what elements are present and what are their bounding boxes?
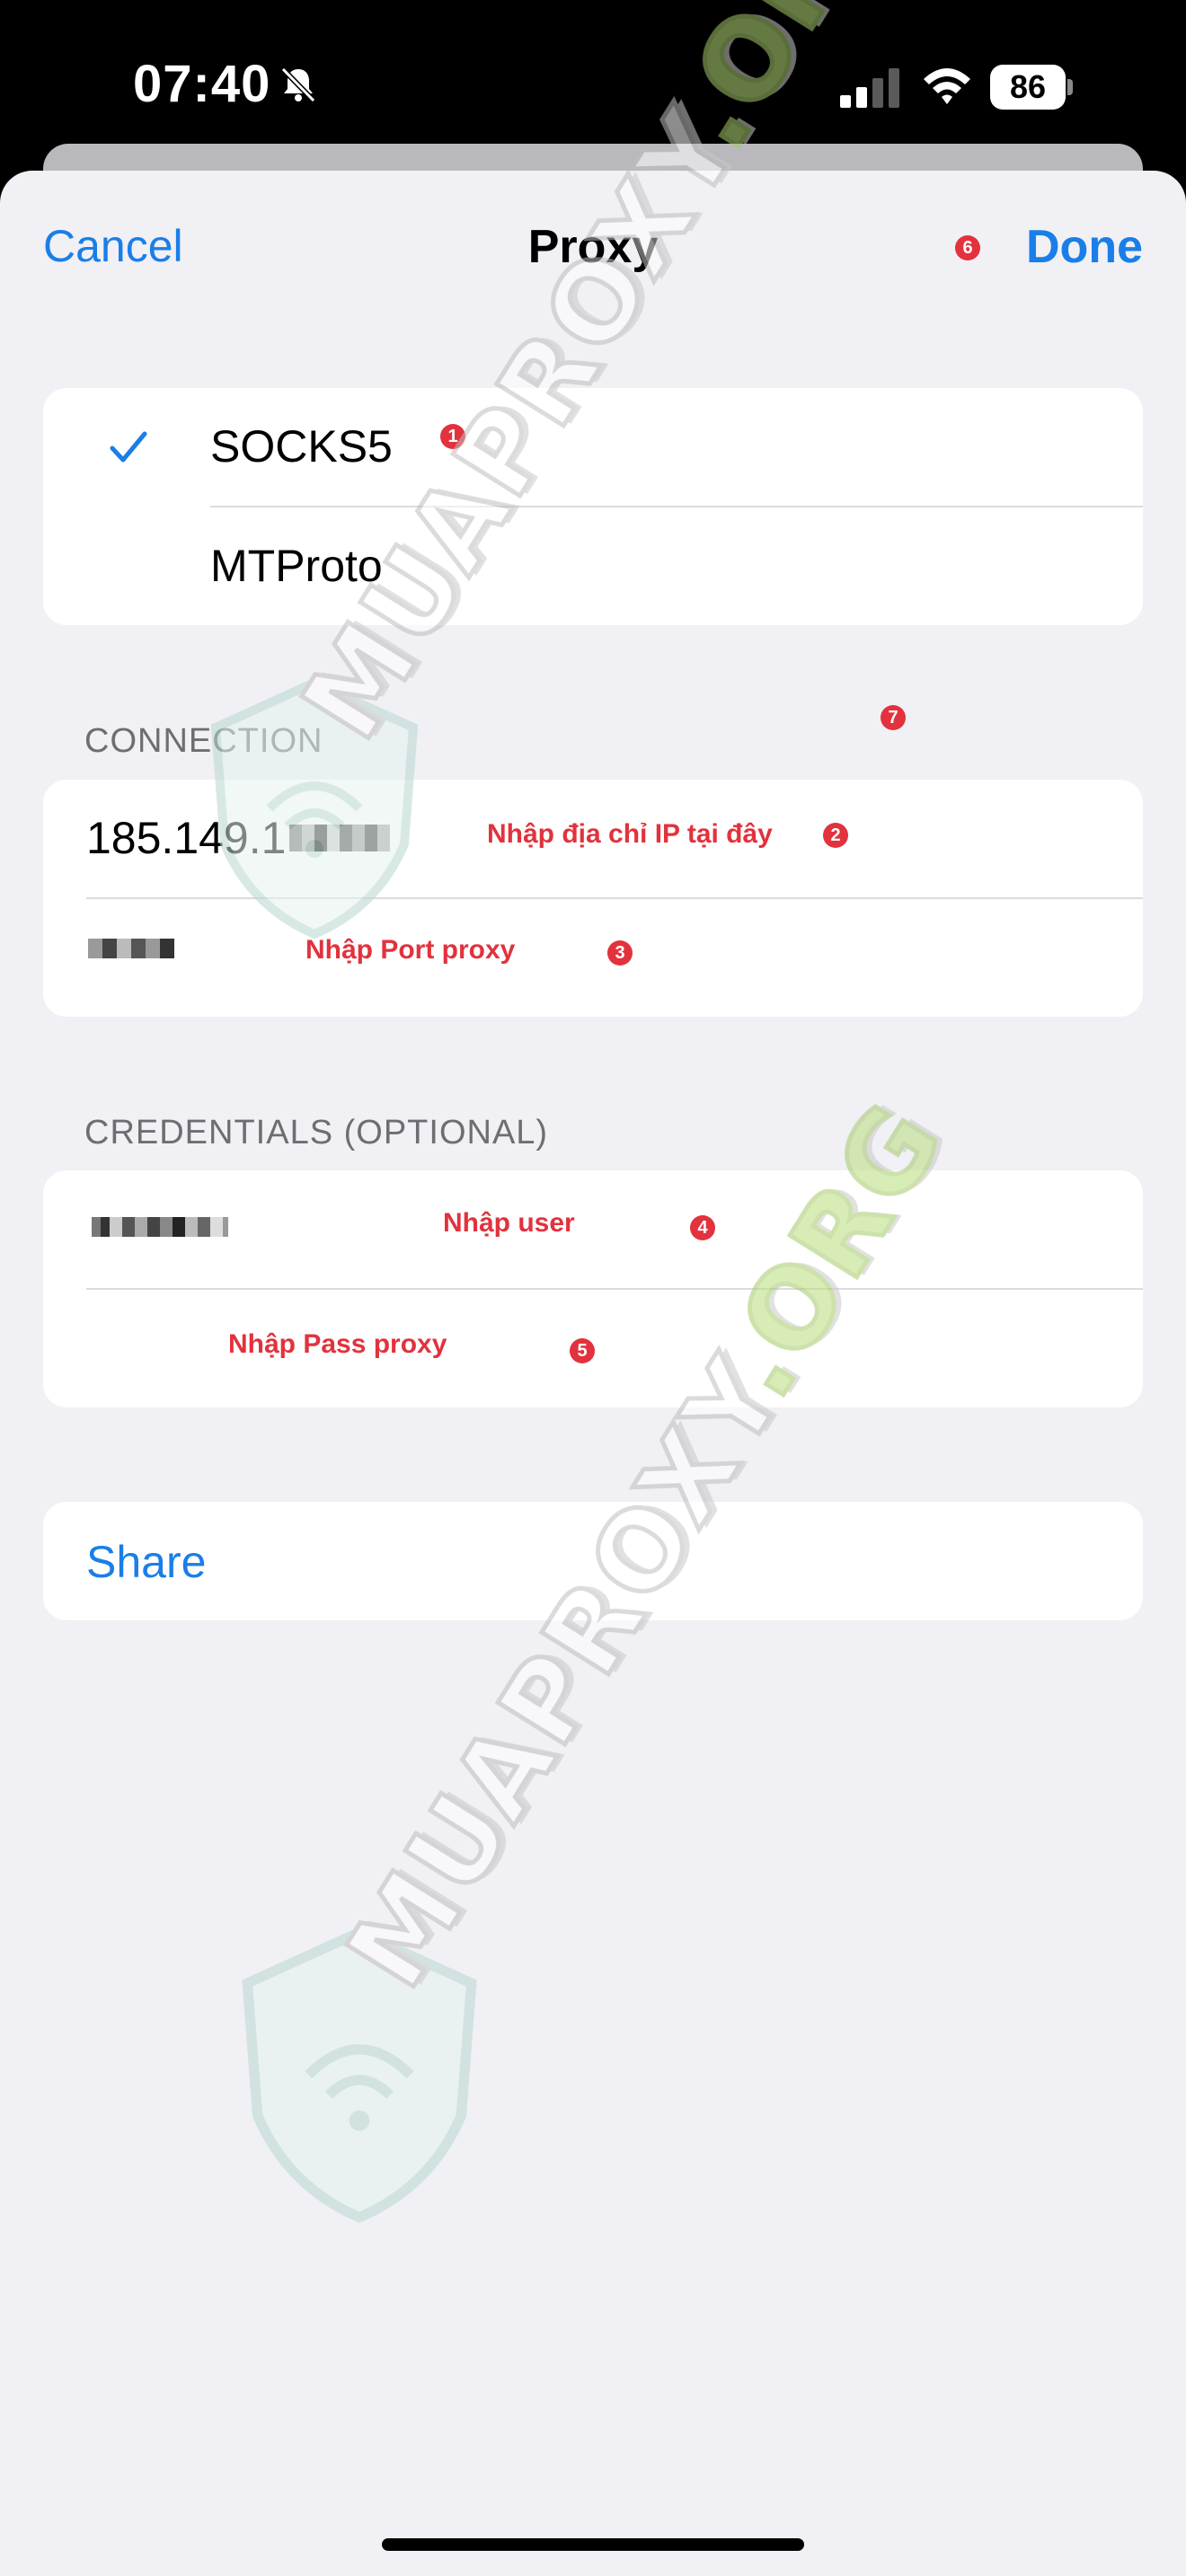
home-indicator[interactable]: [382, 2538, 804, 2551]
connection-card: 185.149.1 Nhập địa chỉ IP tại đây 2 Nhập…: [43, 780, 1143, 1017]
user-hint: Nhập user: [443, 1208, 575, 1238]
annotation-badge-2: 2: [823, 823, 848, 848]
status-time: 07:40: [133, 55, 271, 113]
username-field[interactable]: Nhập user 4: [43, 1170, 1143, 1288]
share-button[interactable]: Share: [86, 1536, 206, 1588]
annotation-badge-4: 4: [690, 1215, 715, 1240]
blurred-port[interactable]: [88, 939, 174, 958]
annotation-badge-3: 3: [607, 940, 633, 966]
battery-tip: [1067, 79, 1073, 95]
annotation-badge-6: 6: [955, 235, 980, 260]
proxy-type-label: MTProto: [210, 541, 383, 591]
password-field[interactable]: Nhập Pass proxy 5: [43, 1290, 1143, 1407]
annotation-badge-7: 7: [881, 705, 906, 730]
connection-header: CONNECTION: [84, 722, 323, 760]
wifi-icon: [924, 68, 970, 104]
credentials-card: Nhập user 4 Nhập Pass proxy 5: [43, 1170, 1143, 1407]
annotation-badge-1: 1: [440, 424, 465, 449]
proxy-type-label: SOCKS5: [210, 421, 393, 472]
done-button[interactable]: Done: [1026, 220, 1143, 274]
ip-hint: Nhập địa chỉ IP tại đây: [487, 819, 773, 849]
battery-icon: 86: [990, 65, 1073, 110]
proxy-type-card: SOCKS5 1 MTProto: [43, 388, 1143, 625]
bell-slash-icon: [280, 66, 316, 103]
cellular-signal-icon: [840, 68, 899, 108]
port-hint: Nhập Port proxy: [305, 935, 516, 965]
share-card: Share: [43, 1502, 1143, 1620]
annotation-badge-5: 5: [570, 1338, 595, 1363]
proxy-type-mtproto[interactable]: MTProto: [43, 507, 1143, 625]
blurred-ip-suffix: [289, 825, 391, 851]
page-title: Proxy: [527, 221, 659, 273]
server-value: 185.149.1: [86, 813, 287, 863]
pass-hint: Nhập Pass proxy: [228, 1329, 447, 1359]
proxy-type-socks5[interactable]: SOCKS5 1: [43, 388, 1143, 506]
blurred-username[interactable]: [92, 1217, 228, 1237]
checkmark-icon: [110, 431, 147, 463]
credentials-header: CREDENTIALS (OPTIONAL): [84, 1114, 549, 1151]
battery-level: 86: [990, 65, 1066, 110]
server-field[interactable]: 185.149.1 Nhập địa chỉ IP tại đây 2: [43, 780, 1143, 897]
port-field[interactable]: Nhập Port proxy 3: [43, 899, 1143, 1017]
server-input[interactable]: 185.149.1: [86, 812, 391, 864]
